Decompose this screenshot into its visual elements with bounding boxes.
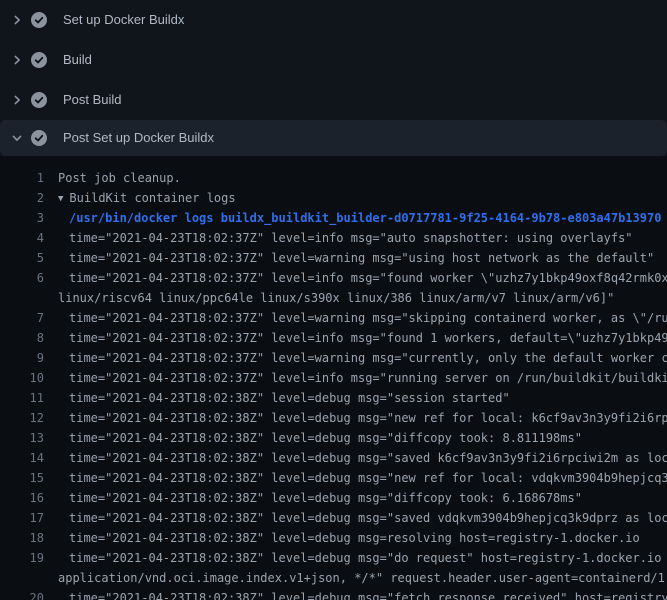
log-line-number[interactable]: 13 <box>0 428 44 448</box>
log-line: linux/riscv64 linux/ppc64le linux/s390x … <box>0 288 667 308</box>
step-title: Post Set up Docker Buildx <box>63 130 214 146</box>
log-line-number[interactable]: 6 <box>0 268 44 288</box>
log-line-text: time="2021-04-23T18:02:38Z" level=debug … <box>44 468 667 488</box>
log-line-text: time="2021-04-23T18:02:37Z" level=warnin… <box>44 348 667 368</box>
log-line: application/vnd.oci.image.index.v1+json,… <box>0 568 667 588</box>
log-line-number[interactable]: 4 <box>0 228 44 248</box>
log-line-text: time="2021-04-23T18:02:37Z" level=info m… <box>44 228 633 248</box>
log-line: 11time="2021-04-23T18:02:38Z" level=debu… <box>0 388 667 408</box>
log-line-number[interactable]: 11 <box>0 388 44 408</box>
log-command-text: /usr/bin/docker logs buildx_buildkit_bui… <box>44 208 661 228</box>
log-line: 12time="2021-04-23T18:02:38Z" level=debu… <box>0 408 667 428</box>
chevron-down-icon <box>11 132 23 144</box>
log-group-label[interactable]: BuildKit container logs <box>69 191 235 205</box>
log-line-text: time="2021-04-23T18:02:37Z" level=info m… <box>44 328 667 348</box>
log-line: 7time="2021-04-23T18:02:37Z" level=warni… <box>0 308 667 328</box>
log-line-text: time="2021-04-23T18:02:38Z" level=debug … <box>44 448 667 468</box>
step-row-set-up-docker-buildx[interactable]: Set up Docker Buildx <box>0 0 667 40</box>
step-title: Build <box>63 52 92 68</box>
log-line-text: Post job cleanup. <box>44 168 181 188</box>
log-line-number[interactable]: 2 <box>0 188 44 208</box>
log-line-number <box>0 568 44 588</box>
log-line-text: ▼ BuildKit container logs <box>44 188 236 208</box>
log-line-text: time="2021-04-23T18:02:37Z" level=info m… <box>44 368 667 388</box>
log-line-text: application/vnd.oci.image.index.v1+json,… <box>44 568 667 588</box>
log-line: 6time="2021-04-23T18:02:37Z" level=info … <box>0 268 667 288</box>
log-line-text: time="2021-04-23T18:02:38Z" level=debug … <box>44 408 667 428</box>
step-row-post-set-up-docker-buildx[interactable]: Post Set up Docker Buildx <box>0 120 667 156</box>
log-line-text: time="2021-04-23T18:02:37Z" level=info m… <box>44 268 667 288</box>
log-line-text: time="2021-04-23T18:02:38Z" level=debug … <box>44 488 582 508</box>
log-line-text: time="2021-04-23T18:02:38Z" level=debug … <box>44 528 640 548</box>
step-row-build[interactable]: Build <box>0 40 667 80</box>
log-line-text: time="2021-04-23T18:02:37Z" level=warnin… <box>44 308 667 328</box>
log-line-text: time="2021-04-23T18:02:37Z" level=warnin… <box>44 248 654 268</box>
log-line-number[interactable]: 3 <box>0 208 44 228</box>
log-line: 20time="2021-04-23T18:02:38Z" level=debu… <box>0 588 667 600</box>
log-line: 9time="2021-04-23T18:02:37Z" level=warni… <box>0 348 667 368</box>
log-line-number[interactable]: 14 <box>0 448 44 468</box>
log-line-number[interactable]: 7 <box>0 308 44 328</box>
log-line: 2 ▼ BuildKit container logs <box>0 188 667 208</box>
chevron-right-icon <box>11 54 23 66</box>
log-line-number[interactable]: 20 <box>0 588 44 600</box>
log-line: 3/usr/bin/docker logs buildx_buildkit_bu… <box>0 208 667 228</box>
log-line-number[interactable]: 18 <box>0 528 44 548</box>
log-viewer[interactable]: 1Post job cleanup.2 ▼ BuildKit container l… <box>0 156 667 600</box>
log-line-number[interactable]: 9 <box>0 348 44 368</box>
chevron-right-icon <box>11 94 23 106</box>
log-line: 15time="2021-04-23T18:02:38Z" level=debu… <box>0 468 667 488</box>
log-line-number[interactable]: 8 <box>0 328 44 348</box>
log-line-text: time="2021-04-23T18:02:38Z" level=debug … <box>44 548 667 568</box>
log-line-number[interactable]: 10 <box>0 368 44 388</box>
log-line: 10time="2021-04-23T18:02:37Z" level=info… <box>0 368 667 388</box>
log-line-number[interactable]: 5 <box>0 248 44 268</box>
log-line: 13time="2021-04-23T18:02:38Z" level=debu… <box>0 428 667 448</box>
log-line: 18time="2021-04-23T18:02:38Z" level=debu… <box>0 528 667 548</box>
log-line-number[interactable]: 15 <box>0 468 44 488</box>
step-title: Set up Docker Buildx <box>63 12 184 28</box>
log-line: 14time="2021-04-23T18:02:38Z" level=debu… <box>0 448 667 468</box>
log-line-number[interactable]: 17 <box>0 508 44 528</box>
log-line-number[interactable]: 1 <box>0 168 44 188</box>
chevron-right-icon <box>11 14 23 26</box>
check-circle-icon <box>31 130 47 146</box>
step-title: Post Build <box>63 92 122 108</box>
log-line-text: time="2021-04-23T18:02:38Z" level=debug … <box>44 388 510 408</box>
log-line: 19time="2021-04-23T18:02:38Z" level=debu… <box>0 548 667 568</box>
log-line-text: time="2021-04-23T18:02:38Z" level=debug … <box>44 588 667 600</box>
steps-list: Set up Docker Buildx Build Post Build Post … <box>0 0 667 156</box>
log-line-number[interactable]: 12 <box>0 408 44 428</box>
log-line: 8time="2021-04-23T18:02:37Z" level=info … <box>0 328 667 348</box>
step-row-post-build[interactable]: Post Build <box>0 80 667 120</box>
log-line-text: linux/riscv64 linux/ppc64le linux/s390x … <box>44 288 614 308</box>
log-line-number <box>0 288 44 308</box>
log-line-text: time="2021-04-23T18:02:38Z" level=debug … <box>44 428 582 448</box>
log-line-number[interactable]: 19 <box>0 548 44 568</box>
check-circle-icon <box>31 92 47 108</box>
log-line-number[interactable]: 16 <box>0 488 44 508</box>
log-line-text: time="2021-04-23T18:02:38Z" level=debug … <box>44 508 667 528</box>
log-line: 16time="2021-04-23T18:02:38Z" level=debu… <box>0 488 667 508</box>
log-line: 4time="2021-04-23T18:02:37Z" level=info … <box>0 228 667 248</box>
log-line: 1Post job cleanup. <box>0 168 667 188</box>
check-circle-icon <box>31 52 47 68</box>
check-circle-icon <box>31 12 47 28</box>
log-line: 5time="2021-04-23T18:02:37Z" level=warni… <box>0 248 667 268</box>
disclosure-triangle-icon[interactable]: ▼ <box>58 189 63 208</box>
log-line: 17time="2021-04-23T18:02:38Z" level=debu… <box>0 508 667 528</box>
